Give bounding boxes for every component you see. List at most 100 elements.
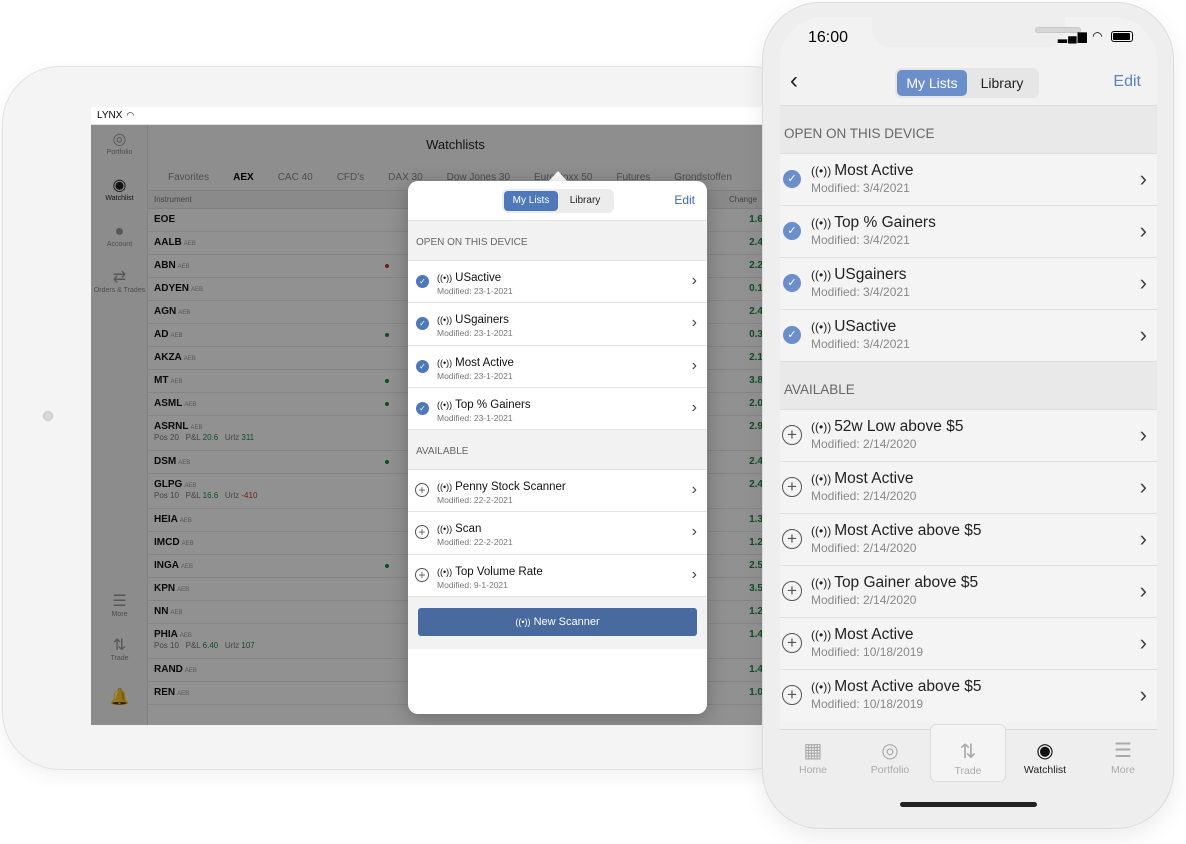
chevron-right-icon: ›	[691, 565, 697, 583]
add-icon[interactable]: +	[782, 425, 802, 445]
chevron-right-icon: ›	[1139, 422, 1147, 447]
add-icon[interactable]: +	[782, 581, 802, 601]
list-item[interactable]: + ((•)) Most Active above $5 Modified: 10/1…	[780, 669, 1157, 721]
list-item[interactable]: ✓ ((•)) Top % Gainers Modified: 23-1-2021 ›	[408, 388, 707, 431]
add-icon[interactable]: +	[782, 477, 802, 497]
list-item[interactable]: + ((•)) Most Active above $5 Modified: 2/14…	[780, 513, 1157, 565]
add-icon[interactable]: +	[782, 633, 802, 653]
add-icon[interactable]: +	[782, 529, 802, 549]
eye-icon: ◉	[1036, 740, 1054, 762]
list-item[interactable]: + ((•)) Penny Stock Scanner Modified: 22-2-…	[408, 470, 707, 513]
broadcast-icon: ((•))	[437, 273, 453, 283]
checkmark-icon[interactable]: ✓	[416, 401, 429, 415]
section-available: AVAILABLE	[408, 430, 707, 471]
section-open-on-device: OPEN ON THIS DEVICE	[780, 105, 1157, 153]
broadcast-icon: ((•))	[811, 164, 832, 178]
modified-date: Modified: 3/4/2021	[811, 233, 910, 247]
modified-date: Modified: 10/18/2019	[811, 645, 924, 659]
broadcast-icon: ((•))	[811, 268, 832, 282]
tab-label: Trade	[954, 765, 982, 777]
list-name: ((•)) Most Active	[811, 162, 913, 179]
lists-segmented-control: My Lists Library	[895, 68, 1039, 98]
broadcast-icon: ((•))	[811, 576, 832, 590]
checkmark-icon[interactable]: ✓	[783, 326, 801, 344]
checkmark-icon[interactable]: ✓	[416, 275, 429, 288]
tablet-status-bar: LYNX ◠	[91, 107, 763, 125]
list-item[interactable]: + ((•)) Most Active Modified: 10/18/2019 ›	[780, 617, 1157, 669]
list-name: ((•)) Penny Stock Scanner	[437, 481, 566, 493]
segment-library[interactable]: Library	[558, 191, 612, 211]
battery-icon	[1111, 31, 1133, 43]
list-name-text: Most Active above $5	[834, 522, 982, 539]
list-name-text: USgainers	[455, 314, 509, 327]
list-name-text: Most Active	[455, 356, 514, 369]
tab-watchlist[interactable]: ◉ Watchlist	[1007, 738, 1083, 776]
tab-trade[interactable]: ⇅ Trade	[930, 724, 1006, 782]
list-item[interactable]: + ((•)) Most Active Modified: 2/14/2020 ›	[780, 461, 1157, 513]
list-item[interactable]: ✓ ((•)) Most Active Modified: 3/4/2021 ›	[780, 153, 1157, 205]
chevron-right-icon: ›	[691, 481, 697, 499]
chevron-right-icon: ›	[691, 398, 697, 416]
new-scanner-button[interactable]: ((•)) New Scanner	[418, 608, 697, 637]
modified-date: Modified: 3/4/2021	[811, 285, 910, 299]
segment-my-lists[interactable]: My Lists	[504, 191, 558, 211]
checkmark-icon[interactable]: ✓	[416, 317, 429, 331]
section-open-on-device: OPEN ON THIS DEVICE	[408, 221, 707, 261]
segment-library[interactable]: Library	[967, 70, 1037, 96]
checkmark-icon[interactable]: ✓	[416, 359, 429, 373]
broadcast-icon: ((•))	[437, 357, 453, 368]
home-icon: ▦	[803, 740, 823, 762]
checkmark-icon[interactable]: ✓	[783, 170, 801, 188]
list-name-text: Top Volume Rate	[455, 565, 543, 578]
chevron-right-icon: ›	[691, 272, 697, 289]
list-item[interactable]: ✓ ((•)) Most Active Modified: 23-1-2021 ›	[408, 346, 707, 388]
phone-screen: 16:00 ▂▄▆ ◠ ‹ My Lists Library Edit OPEN…	[780, 17, 1157, 818]
list-item[interactable]: + ((•)) Top Volume Rate Modified: 9-1-2021 ›	[408, 555, 707, 598]
available-lists: + ((•)) Penny Stock Scanner Modified: 22-2-…	[408, 470, 707, 598]
back-chevron-icon[interactable]: ‹	[790, 67, 798, 95]
list-name-text: Most Active	[834, 470, 914, 487]
list-item[interactable]: + ((•)) 52w Low above $5 Modified: 2/14/202…	[780, 409, 1157, 461]
list-name: ((•)) USactive	[437, 272, 501, 284]
wifi-icon: ◠	[126, 110, 135, 120]
list-name-text: Penny Stock Scanner	[455, 481, 566, 494]
edit-button[interactable]: Edit	[1113, 73, 1141, 91]
broadcast-icon: ((•))	[811, 420, 832, 434]
modified-date: Modified: 2/14/2020	[811, 541, 917, 555]
segment-my-lists[interactable]: My Lists	[897, 70, 967, 96]
tab-more[interactable]: ☰ More	[1085, 738, 1157, 776]
broadcast-icon: ((•))	[437, 482, 453, 493]
list-item[interactable]: + ((•)) Scan Modified: 22-2-2021 ›	[408, 512, 707, 555]
add-icon[interactable]: +	[782, 685, 802, 705]
list-item[interactable]: ✓ ((•)) USactive Modified: 3/4/2021 ›	[780, 309, 1157, 361]
carrier-label: LYNX	[97, 110, 123, 121]
tab-portfolio[interactable]: ◎ Portfolio	[852, 738, 928, 776]
list-name: ((•)) USgainers	[811, 266, 907, 283]
broadcast-icon: ((•))	[811, 524, 832, 538]
modified-date: Modified: 22-2-2021	[437, 537, 513, 548]
list-name-text: Most Active	[834, 626, 914, 643]
list-item[interactable]: ✓ ((•)) Top % Gainers Modified: 3/4/2021 ›	[780, 205, 1157, 257]
list-item[interactable]: + ((•)) Top Gainer above $5 Modified: 2/14/…	[780, 565, 1157, 617]
checkmark-icon[interactable]: ✓	[783, 222, 801, 240]
list-name-text: Top Gainer above $5	[834, 574, 979, 591]
tab-home[interactable]: ▦ Home	[780, 738, 851, 776]
modified-date: Modified: 2/14/2020	[811, 437, 917, 451]
add-icon[interactable]: +	[415, 567, 429, 582]
tab-label: Watchlist	[1023, 764, 1067, 776]
add-icon[interactable]: +	[415, 525, 429, 540]
add-icon[interactable]: +	[415, 483, 429, 498]
list-item[interactable]: ✓ ((•)) USgainers Modified: 3/4/2021 ›	[780, 257, 1157, 309]
home-indicator	[900, 802, 1037, 807]
list-item[interactable]: ✓ ((•)) USgainers Modified: 23-1-2021 ›	[408, 303, 707, 346]
modified-date: Modified: 23-1-2021	[437, 328, 513, 339]
modified-date: Modified: 10/18/2019	[811, 697, 924, 711]
list-name: ((•)) Top Volume Rate	[437, 566, 543, 578]
list-item[interactable]: ✓ ((•)) USactive Modified: 23-1-2021 ›	[408, 261, 707, 304]
edit-button[interactable]: Edit	[674, 193, 695, 207]
checkmark-icon[interactable]: ✓	[783, 274, 801, 292]
list-name: ((•)) Most Active	[811, 470, 913, 487]
list-name: ((•)) Most Active above $5	[811, 522, 982, 539]
menu-icon: ☰	[1114, 740, 1132, 762]
modified-date: Modified: 23-1-2021	[437, 286, 513, 296]
